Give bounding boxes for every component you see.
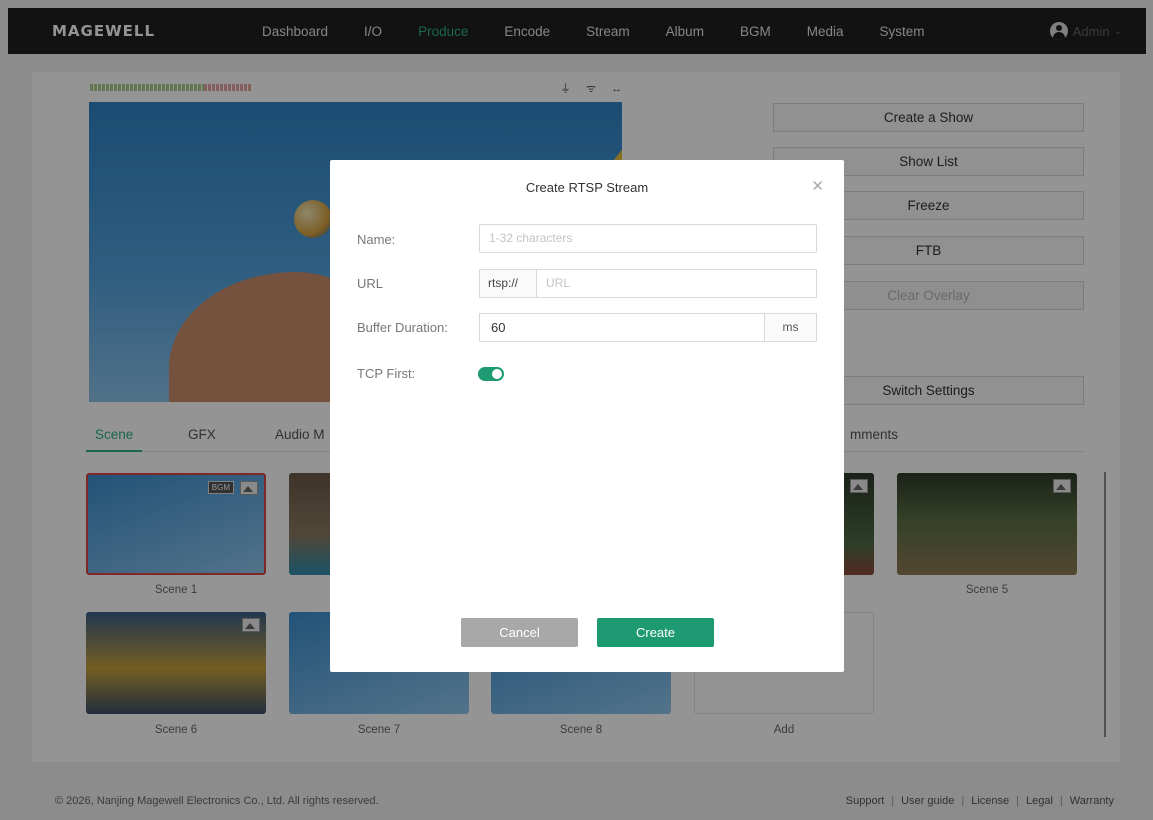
buffer-duration-unit: ms bbox=[765, 313, 817, 342]
name-input[interactable]: 1-32 characters bbox=[479, 224, 817, 253]
name-label: Name: bbox=[357, 232, 396, 247]
create-button[interactable]: Create bbox=[597, 618, 714, 647]
buffer-duration-label: Buffer Duration: bbox=[357, 320, 448, 335]
buffer-duration-input[interactable]: 60 bbox=[479, 313, 765, 342]
url-prefix: rtsp:// bbox=[479, 269, 536, 298]
dialog-title: Create RTSP Stream bbox=[525, 180, 649, 195]
cancel-button[interactable]: Cancel bbox=[461, 618, 578, 647]
tcp-first-label: TCP First: bbox=[357, 366, 416, 381]
url-input[interactable]: URL bbox=[536, 269, 817, 298]
tcp-first-toggle[interactable] bbox=[478, 367, 504, 381]
create-rtsp-stream-dialog: Create RTSP Stream ✕ Name: 1-32 characte… bbox=[330, 160, 844, 672]
close-icon[interactable]: ✕ bbox=[811, 177, 824, 195]
url-label: URL bbox=[357, 276, 384, 291]
